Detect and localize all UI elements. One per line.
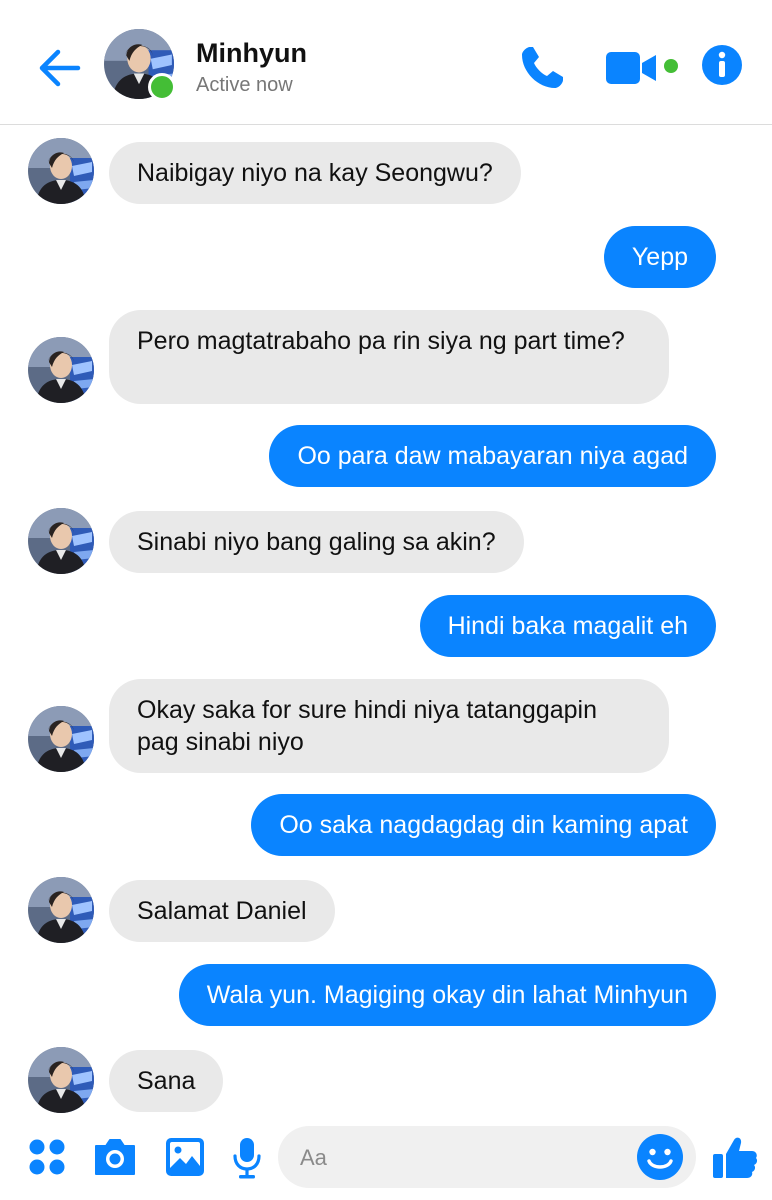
incoming-message[interactable]: Sana bbox=[109, 1050, 224, 1112]
message-composer bbox=[0, 1120, 772, 1200]
conversation-header: Minhyun Active now bbox=[0, 0, 772, 125]
avatar[interactable] bbox=[28, 1047, 94, 1113]
online-status-dot bbox=[148, 73, 176, 101]
video-active-dot bbox=[664, 59, 678, 73]
camera-icon[interactable] bbox=[92, 1136, 138, 1178]
avatar[interactable] bbox=[28, 877, 94, 943]
outgoing-message[interactable]: Yepp bbox=[603, 226, 716, 288]
avatar[interactable] bbox=[28, 337, 94, 403]
outgoing-message[interactable]: Oo para daw mabayaran niya agad bbox=[269, 425, 716, 487]
phone-call-icon[interactable] bbox=[516, 42, 568, 94]
outgoing-message[interactable]: Wala yun. Magiging okay din lahat Minhyu… bbox=[178, 964, 716, 1026]
incoming-message[interactable]: Naibigay niyo na kay Seongwu? bbox=[109, 142, 521, 204]
emoji-icon[interactable] bbox=[636, 1133, 684, 1181]
incoming-message[interactable]: Pero magtatrabaho pa rin siya ng part ti… bbox=[109, 310, 669, 404]
incoming-message[interactable]: Sinabi niyo bang galing sa akin? bbox=[109, 511, 524, 573]
incoming-message[interactable]: Okay saka for sure hindi niya tatanggapi… bbox=[109, 679, 669, 773]
back-arrow-icon[interactable] bbox=[34, 44, 82, 92]
contact-avatar[interactable] bbox=[104, 29, 176, 101]
video-call-icon[interactable] bbox=[604, 48, 666, 88]
active-status-text: Active now bbox=[196, 74, 293, 96]
apps-icon[interactable] bbox=[28, 1138, 66, 1176]
outgoing-message[interactable]: Hindi baka magalit eh bbox=[419, 595, 716, 657]
message-input-container[interactable] bbox=[278, 1126, 696, 1190]
microphone-icon[interactable] bbox=[232, 1136, 262, 1180]
thumbs-up-icon[interactable] bbox=[712, 1134, 758, 1180]
avatar[interactable] bbox=[28, 138, 94, 204]
avatar[interactable] bbox=[28, 508, 94, 574]
avatar[interactable] bbox=[28, 706, 94, 772]
message-input[interactable] bbox=[298, 1126, 632, 1190]
info-icon[interactable] bbox=[701, 44, 743, 86]
gallery-icon[interactable] bbox=[164, 1136, 206, 1178]
outgoing-message[interactable]: Oo saka nagdagdag din kaming apat bbox=[251, 794, 716, 856]
contact-name[interactable]: Minhyun bbox=[196, 38, 307, 69]
incoming-message[interactable]: Salamat Daniel bbox=[109, 880, 335, 942]
